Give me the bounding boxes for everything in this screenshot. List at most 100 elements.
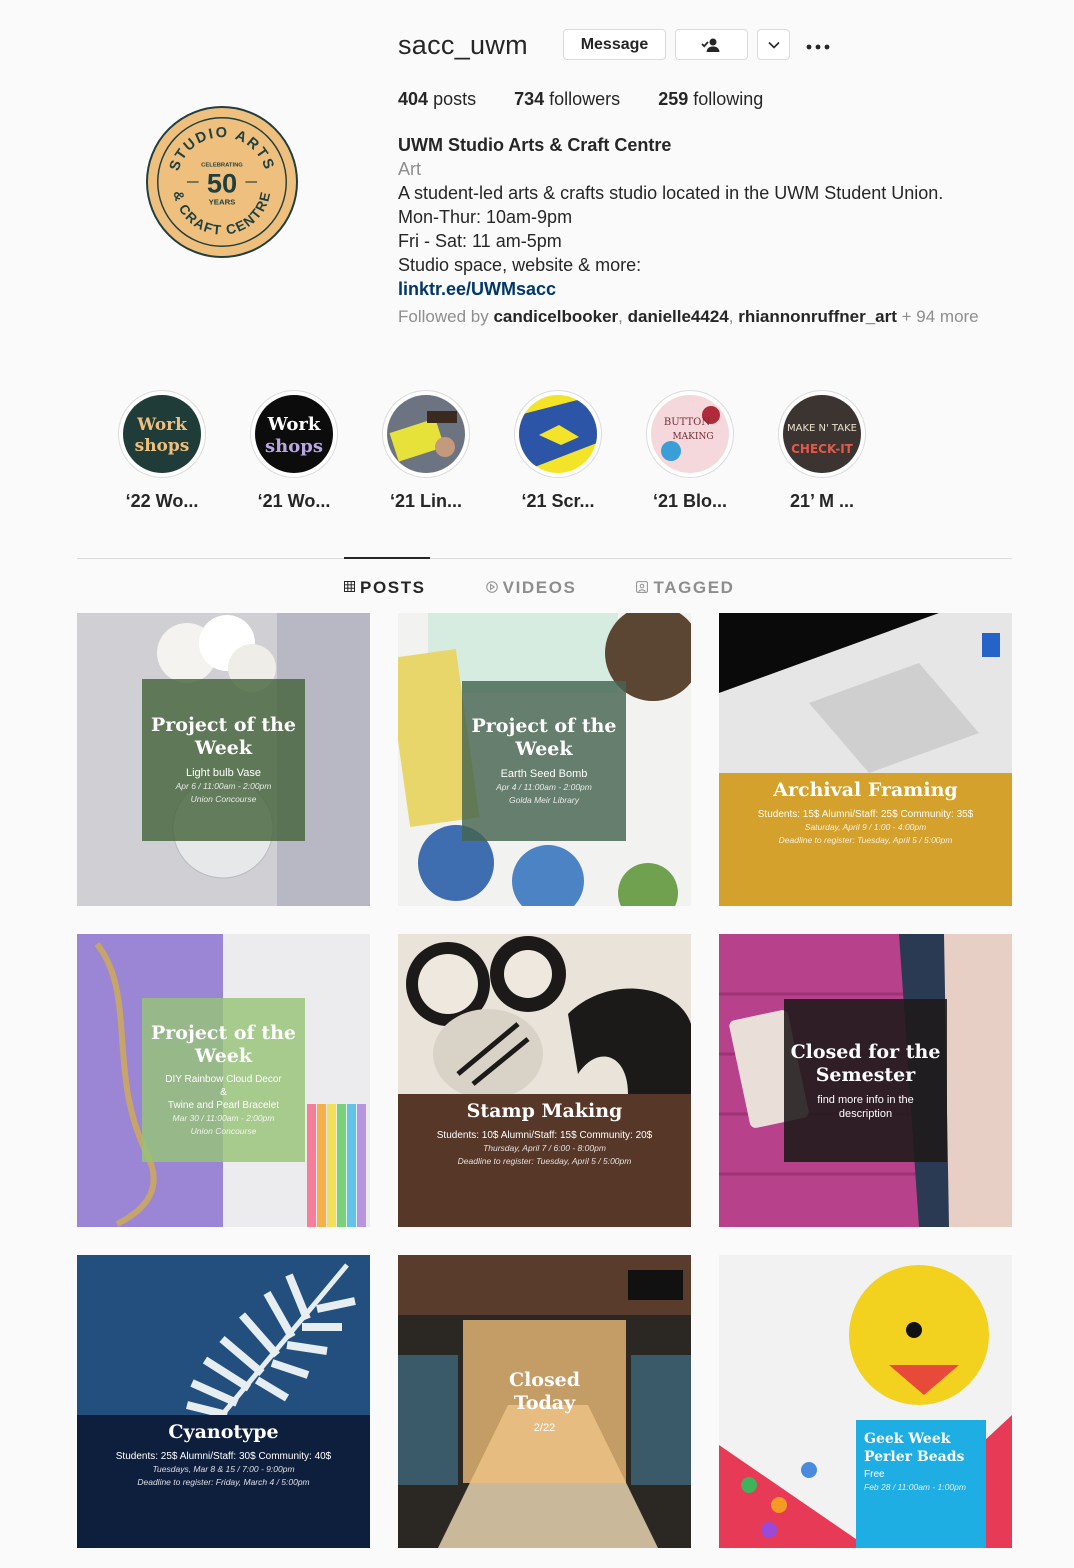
post-tile[interactable]: Closed Today 2/22 xyxy=(398,1255,691,1548)
post-date: Feb 28 / 11:00am - 1:00pm xyxy=(864,1482,966,1492)
post-caption-panel: Project of the Week Light bulb Vase Apr … xyxy=(142,679,305,841)
tag-user-icon xyxy=(636,580,649,596)
post-subtitle: DIY Rainbow Cloud Decor xyxy=(165,1074,282,1085)
post-subtitle: Free xyxy=(864,1469,885,1480)
more-dots-icon xyxy=(806,44,830,50)
highlight-cover xyxy=(519,395,597,473)
highlight-label: ‘21 Blo... xyxy=(652,491,728,511)
post-caption-panel: Project of the Week DIY Rainbow Cloud De… xyxy=(142,998,305,1162)
highlight-label: 21’ M ... xyxy=(789,491,855,511)
avatar-number: 50 xyxy=(207,168,237,199)
highlight-ring: MAKE N' TAKE CHECK-IT xyxy=(778,390,866,478)
profile-full-name: UWM Studio Arts & Craft Centre xyxy=(398,135,672,155)
highlight-ring xyxy=(514,390,602,478)
tab-videos[interactable]: VIDEOS xyxy=(485,578,577,598)
post-title: Cyanotype xyxy=(168,1421,279,1443)
highlight-cover xyxy=(387,395,465,473)
bio-line: Fri - Sat: 11 am-5pm xyxy=(398,231,562,251)
highlight-item[interactable]: ‘21 Scr... xyxy=(514,390,646,512)
post-date: Apr 6 / 11:00am - 2:00pm xyxy=(175,781,272,791)
post-location: Deadline to register: Friday, March 4 / … xyxy=(137,1477,310,1487)
post-subtitle: Students: 15$ Alumni/Staff: 25$ Communit… xyxy=(757,809,974,820)
post-tile[interactable]: Archival Framing Students: 15$ Alumni/St… xyxy=(719,613,1012,906)
tab-posts[interactable]: POSTS xyxy=(344,578,426,598)
post-title: Closed Today xyxy=(508,1368,581,1414)
bio-link[interactable]: linktr.ee/UWMsacc xyxy=(398,277,1038,301)
suggested-accounts-button[interactable] xyxy=(757,29,790,60)
bio-line: Mon-Thur: 10am-9pm xyxy=(398,207,573,227)
following-label: following xyxy=(693,89,764,109)
post-tile[interactable]: Cyanotype Students: 25$ Alumni/Staff: 30… xyxy=(77,1255,370,1548)
followers-stat[interactable]: 734 followers xyxy=(514,89,620,110)
profile-stats: 404 posts 734 followers 259 following xyxy=(398,89,801,110)
tab-posts-label: POSTS xyxy=(360,578,426,597)
highlight-cover: Work shops xyxy=(255,395,333,473)
play-icon xyxy=(485,580,498,596)
post-subtitle: Students: 25$ Alumni/Staff: 30$ Communit… xyxy=(115,1451,332,1462)
followers-label: followers xyxy=(549,89,621,109)
post-location: Union Concourse xyxy=(190,1126,257,1136)
post-date: Thursday, April 7 / 6:00 - 8:00pm xyxy=(483,1143,606,1153)
post-subtitle: Twine and Pearl Bracelet xyxy=(167,1100,280,1111)
post-title: Geek Week Perler Beads xyxy=(864,1431,965,1465)
followed-by[interactable]: Followed by candicelbooker, danielle4424… xyxy=(398,307,1018,326)
post-caption-panel: Closed Today 2/22 xyxy=(463,1320,626,1483)
person-check-icon xyxy=(700,38,719,52)
highlight-item[interactable]: MAKE N' TAKE CHECK-IT 21’ M ... xyxy=(778,390,910,512)
post-tile[interactable]: Stamp Making Students: 10$ Alumni/Staff:… xyxy=(398,934,691,1227)
post-tile[interactable]: Project of the Week Light bulb Vase Apr … xyxy=(77,613,370,906)
highlight-item[interactable]: Work shops ‘22 Wo... xyxy=(118,390,250,512)
post-subtitle: 2/22 xyxy=(533,1421,556,1434)
highlight-label: ‘21 Scr... xyxy=(521,491,595,511)
highlight-ring: Work shops xyxy=(250,390,338,478)
followed-by-user[interactable]: candicelbooker xyxy=(493,307,618,326)
post-location: Golda Meir Library xyxy=(509,795,579,805)
post-tile[interactable]: Project of the Week DIY Rainbow Cloud De… xyxy=(77,934,370,1227)
following-count: 259 xyxy=(658,89,689,109)
message-button[interactable]: Message xyxy=(563,29,666,60)
profile-avatar[interactable]: STUDIO ARTS & CRAFT CENTRE CELEBRATING 5… xyxy=(146,106,298,258)
highlight-label: ‘22 Wo... xyxy=(125,491,199,511)
post-tile[interactable]: Project of the Week Earth Seed Bomb Apr … xyxy=(398,613,691,906)
chevron-down-icon xyxy=(767,41,780,49)
highlight-label: ‘21 Lin... xyxy=(389,491,463,511)
profile-tabs: POSTS VIDEOS TAGGED xyxy=(344,578,795,598)
highlight-item[interactable]: Work shops ‘21 Wo... xyxy=(250,390,382,512)
highlight-cover-text: MAKING xyxy=(672,432,713,442)
followed-by-user[interactable]: rhiannonruffner_art xyxy=(738,307,897,326)
highlight-cover-text: shops xyxy=(265,436,323,457)
post-location: Deadline to register: Tuesday, April 5 /… xyxy=(457,1156,632,1166)
post-tile[interactable]: Closed for the Semester find more info i… xyxy=(719,934,1012,1227)
post-title: Archival Framing xyxy=(773,779,958,801)
post-location: Union Concourse xyxy=(190,794,257,804)
more-options-button[interactable] xyxy=(804,31,832,57)
highlight-label: ‘21 Wo... xyxy=(257,491,331,511)
following-button[interactable] xyxy=(675,29,748,60)
post-subtitle: find more info in the description xyxy=(817,1093,914,1120)
post-caption-panel: Archival Framing Students: 15$ Alumni/St… xyxy=(719,773,1012,906)
avatar-years: YEARS xyxy=(209,197,236,206)
tab-tagged[interactable]: TAGGED xyxy=(636,578,734,598)
following-stat[interactable]: 259 following xyxy=(658,89,763,110)
highlight-cover-text: BUTTON xyxy=(664,417,711,428)
highlight-cover: MAKE N' TAKE CHECK-IT xyxy=(783,395,861,473)
followed-by-user[interactable]: danielle4424 xyxy=(628,307,729,326)
post-caption-panel: Cyanotype Students: 25$ Alumni/Staff: 30… xyxy=(77,1415,370,1548)
grid-icon xyxy=(344,581,355,595)
studio-arts-logo: STUDIO ARTS & CRAFT CENTRE CELEBRATING 5… xyxy=(157,117,287,247)
posts-count: 404 xyxy=(398,89,429,109)
tab-videos-label: VIDEOS xyxy=(502,578,577,597)
post-location: Deadline to register: Tuesday, April 5 /… xyxy=(778,835,953,845)
post-title: Project of the Week xyxy=(150,1022,297,1067)
bio-line: Studio space, website & more: xyxy=(398,255,642,275)
highlight-item[interactable]: BUTTON MAKING ‘21 Blo... xyxy=(646,390,778,512)
post-caption-panel: Geek Week Perler Beads Free Feb 28 / 11:… xyxy=(856,1420,986,1548)
bio-line: A student-led arts & crafts studio locat… xyxy=(398,183,944,203)
post-date: Apr 4 / 11:00am - 2:00pm xyxy=(496,782,592,792)
highlight-item[interactable]: ‘21 Lin... xyxy=(382,390,514,512)
post-tile[interactable]: Geek Week Perler Beads Free Feb 28 / 11:… xyxy=(719,1255,1012,1548)
highlight-ring: Work shops xyxy=(118,390,206,478)
post-title: Stamp Making xyxy=(466,1100,623,1122)
highlight-cover-text: Work xyxy=(267,414,321,435)
post-caption-panel: Closed for the Semester find more info i… xyxy=(784,999,947,1162)
